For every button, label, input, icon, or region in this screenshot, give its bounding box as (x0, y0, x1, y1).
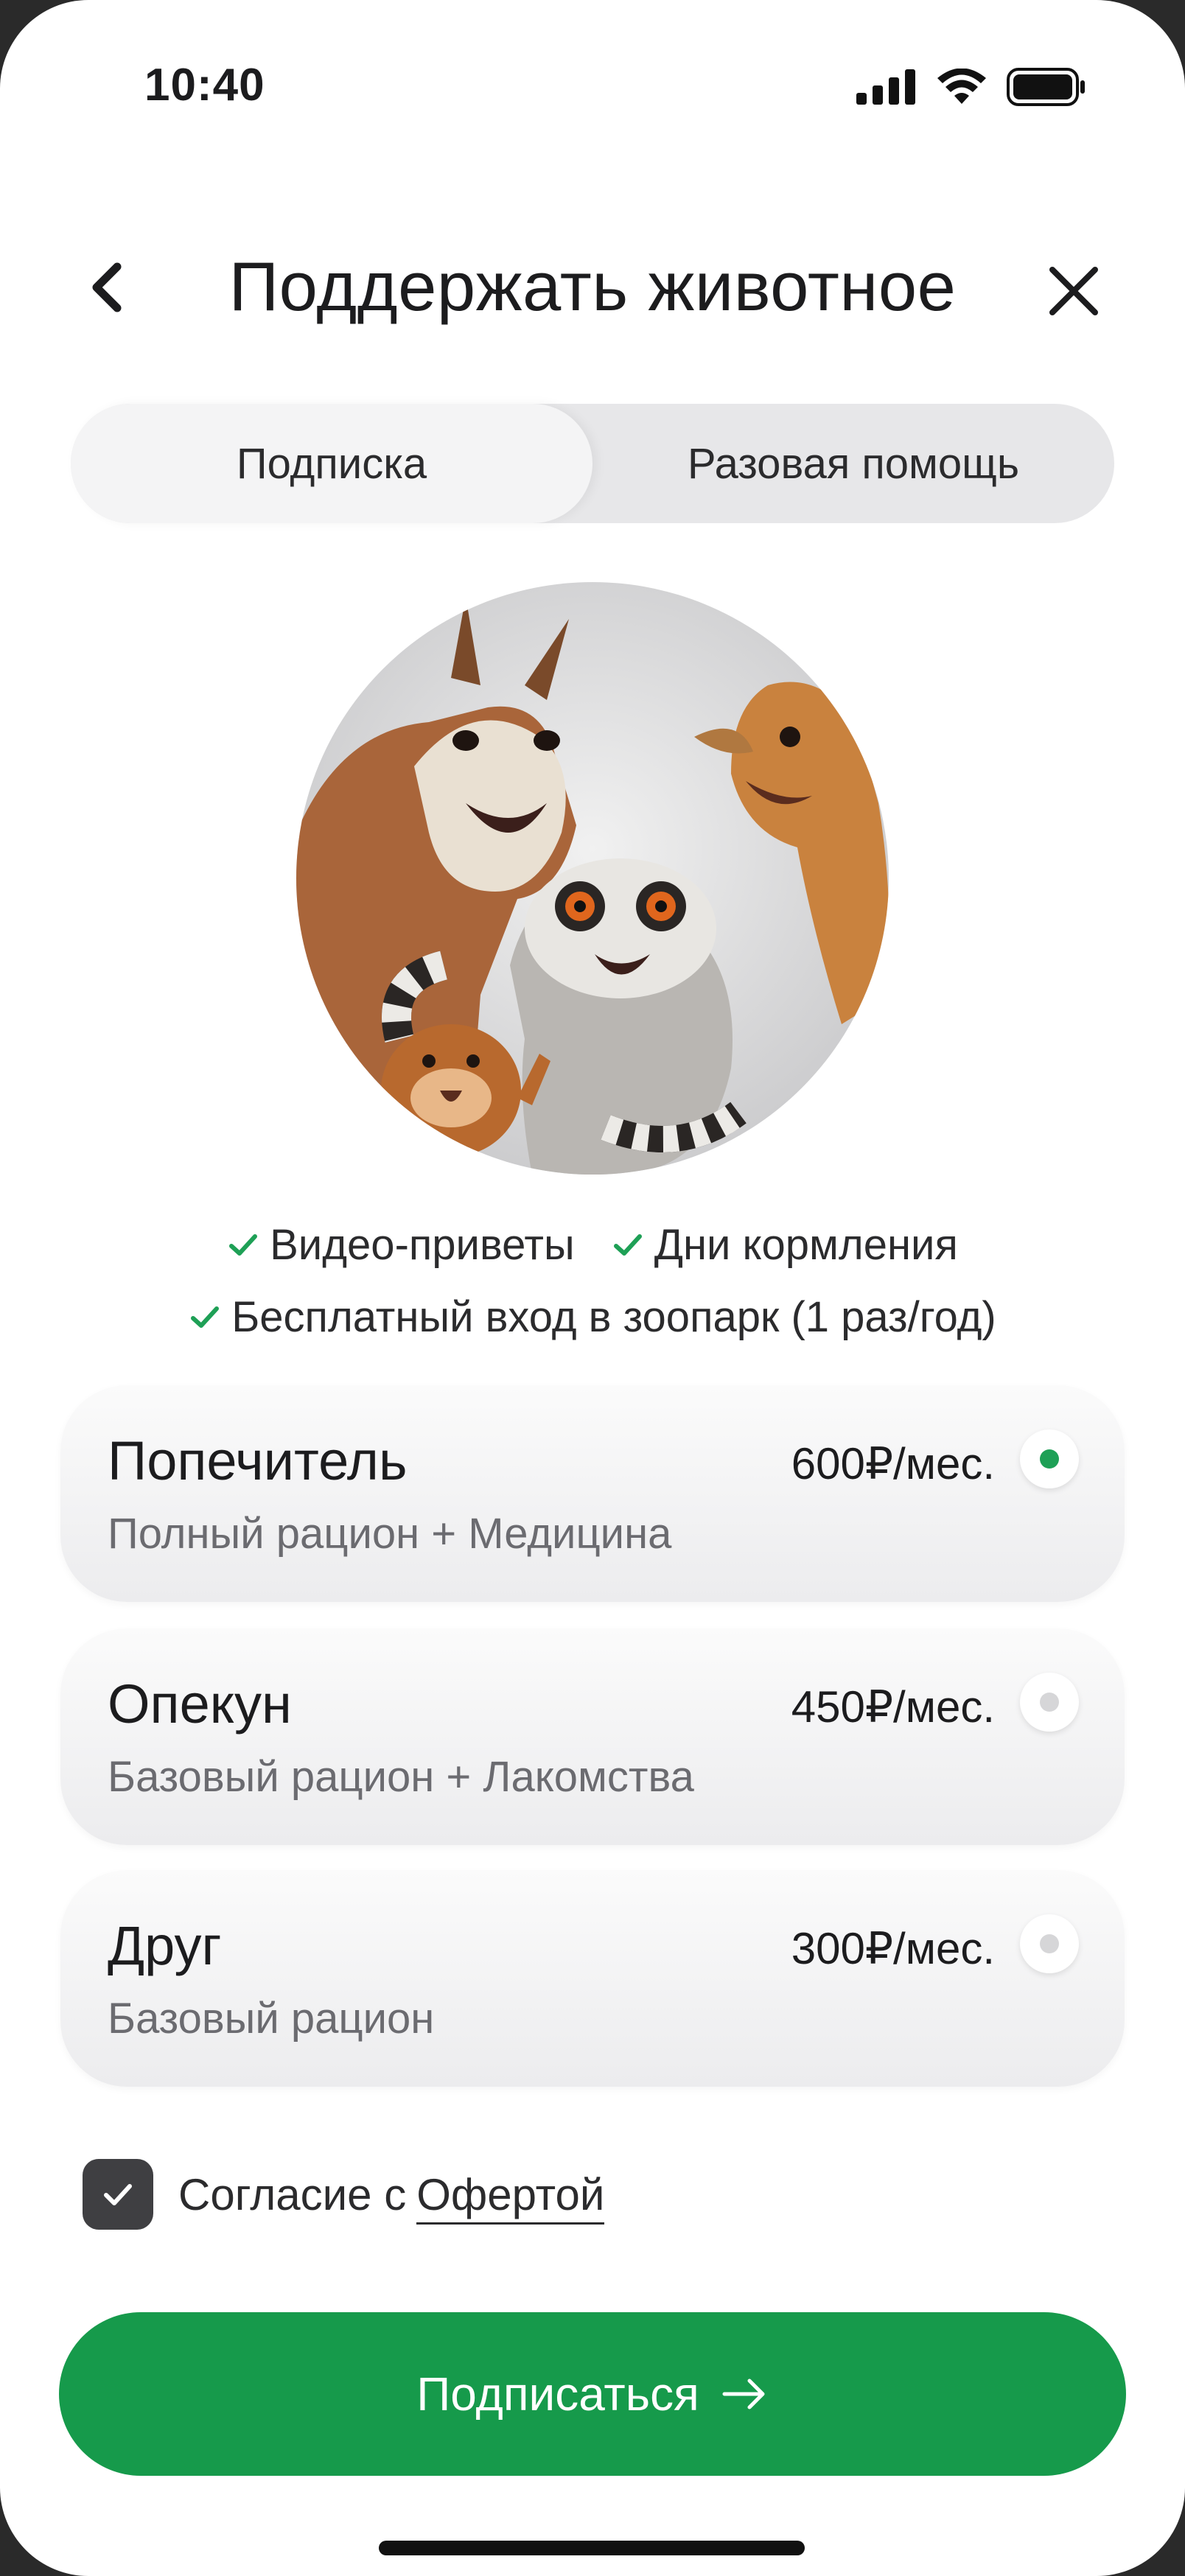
consent-text: Согласие с (178, 2169, 407, 2219)
arrow-right-icon (722, 2379, 765, 2409)
benefit-item: Бесплатный вход в зоопарк (1 раз/год) (189, 1292, 996, 1342)
animals-image (296, 582, 889, 1175)
plan-price: 450₽/мес. (791, 1682, 995, 1732)
wifi-icon (937, 69, 986, 104)
benefit-label: Бесплатный вход в зоопарк (1 раз/год) (231, 1292, 996, 1341)
plan-card-friend[interactable]: Друг Базовый рацион 300₽/мес. (60, 1870, 1125, 2087)
plan-radio[interactable] (1020, 1429, 1079, 1488)
subscribe-label: Подписаться (416, 2367, 699, 2421)
consent-label: Согласие с Офертой (178, 2169, 605, 2225)
segmented-control: Подписка Разовая помощь (71, 404, 1114, 523)
plan-name: Опекун (108, 1673, 292, 1735)
check-icon (104, 2184, 132, 2205)
plan-radio[interactable] (1020, 1673, 1079, 1732)
tab-one-time-help[interactable]: Разовая помощь (592, 404, 1114, 523)
radio-selected-dot (1040, 1449, 1059, 1469)
check-icon (229, 1234, 258, 1256)
check-icon (613, 1234, 642, 1256)
plan-description: Базовый рацион (108, 1995, 435, 2043)
close-button[interactable] (1033, 251, 1114, 332)
plan-price: 300₽/мес. (791, 1924, 995, 1973)
status-time: 10:40 (144, 60, 265, 111)
plan-description: Базовый рацион + Лакомства (108, 1753, 694, 1801)
benefit-item: Видео-приветы (227, 1220, 575, 1270)
page-title: Поддержать животное (228, 248, 957, 325)
check-icon (191, 1306, 220, 1328)
offer-link[interactable]: Офертой (416, 2169, 605, 2225)
battery-icon (1007, 68, 1085, 106)
home-indicator[interactable] (379, 2541, 805, 2555)
benefit-label: Дни кормления (654, 1220, 958, 1269)
status-icons (856, 68, 1086, 106)
benefits-list: Видео-приветы Дни кормления Бесплатный в… (0, 1208, 1185, 1353)
consent-row: Согласие с Офертой (83, 2159, 605, 2230)
close-icon (1049, 267, 1098, 315)
plan-price: 600₽/мес. (791, 1439, 995, 1488)
phone-screen: 10:40 Поддержать животное Подписка Разов… (0, 0, 1185, 2576)
subscribe-button[interactable]: Подписаться (59, 2312, 1126, 2476)
plan-card-custodian[interactable]: Опекун Базовый рацион + Лакомства 450₽/м… (60, 1628, 1125, 1845)
plan-name: Попечитель (108, 1430, 408, 1491)
radio-unselected-dot (1040, 1693, 1059, 1712)
plan-radio[interactable] (1020, 1914, 1079, 1973)
consent-checkbox[interactable] (83, 2159, 153, 2230)
plan-description: Полный рацион + Медицина (108, 1510, 672, 1558)
cellular-signal-icon (856, 69, 915, 105)
benefit-item: Дни кормления (612, 1220, 958, 1270)
plan-name: Друг (108, 1915, 222, 1976)
radio-unselected-dot (1040, 1934, 1059, 1953)
plan-card-guardian[interactable]: Попечитель Полный рацион + Медицина 600₽… (60, 1385, 1125, 1602)
tab-subscription[interactable]: Подписка (71, 404, 592, 523)
benefit-label: Видео-приветы (270, 1220, 575, 1269)
